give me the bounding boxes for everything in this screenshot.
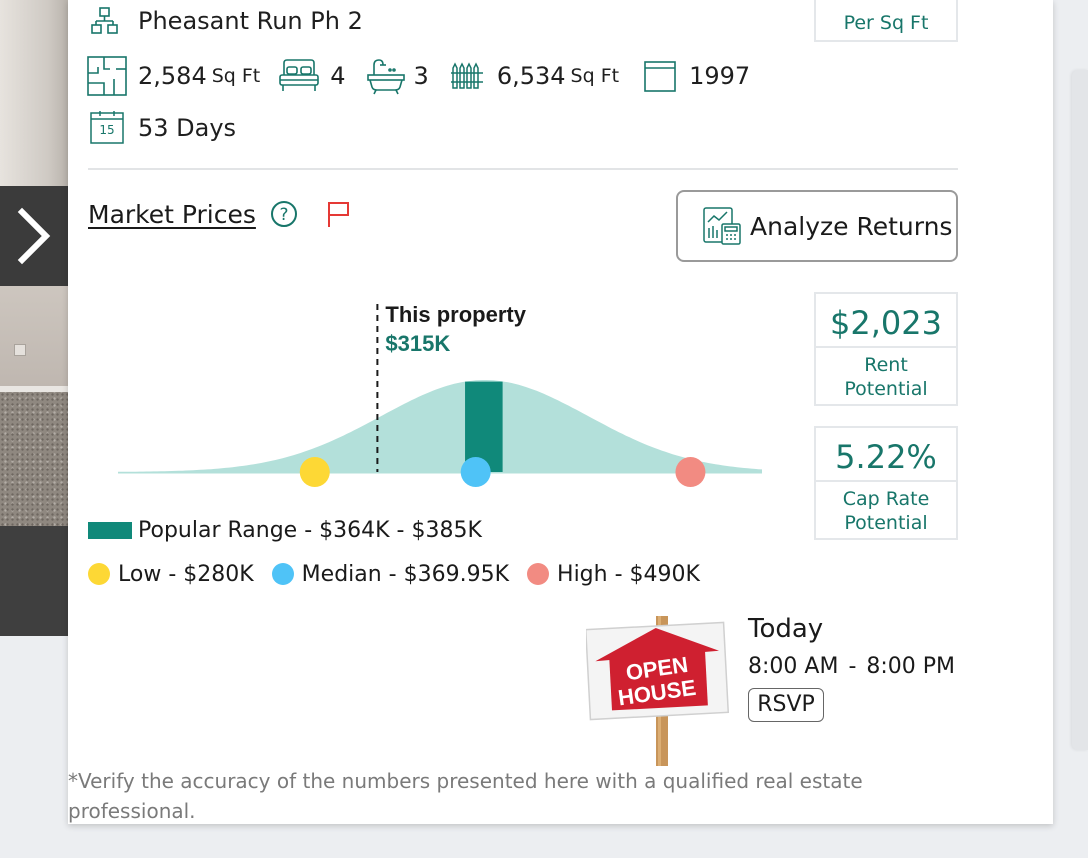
photo-wall <box>0 0 68 186</box>
this-property-value: $315K <box>385 331 450 356</box>
cap-rate-box: 5.22% Cap Rate Potential <box>814 426 958 540</box>
photo-wall <box>0 286 68 386</box>
open-house-end: 8:00 PM <box>866 653 956 679</box>
per-sqft-label: Per Sq Ft <box>843 12 929 34</box>
outlet <box>14 344 26 356</box>
subdivision-icon <box>90 6 120 36</box>
svg-text:?: ? <box>279 205 288 225</box>
open-house-day: Today <box>748 614 824 644</box>
price-distribution-chart: This property $315K <box>118 302 762 487</box>
year-built-value: 1997 <box>689 62 751 90</box>
legend-price-points: Low - $280K Median - $369.95K High - $49… <box>88 558 700 590</box>
popular-range-swatch <box>88 521 132 539</box>
photo-dark-area <box>0 526 68 636</box>
chevron-right-icon <box>17 207 51 265</box>
low-text: Low - $280K <box>118 561 254 587</box>
open-house-time: 8:00 AM - 8:00 PM <box>748 652 955 680</box>
low-price-dot <box>299 457 330 487</box>
subdivision-row: Pheasant Run Ph 2 <box>90 4 363 38</box>
high-price-dot <box>675 457 706 487</box>
bed-icon <box>278 57 320 95</box>
cap-label-line2: Potential <box>844 512 928 534</box>
rsvp-button[interactable]: RSVP <box>748 688 824 722</box>
property-facts-row: 2,584 Sq Ft 4 3 6,534 Sq Ft 1997 <box>86 54 750 98</box>
market-prices-header: Market Prices ? <box>88 196 352 232</box>
adjacent-panel-edge <box>1072 70 1088 750</box>
living-area-value: 2,584 <box>138 62 207 90</box>
high-swatch <box>527 563 550 585</box>
days-on-market-row: 15 53 Days <box>90 110 236 146</box>
rent-label-line2: Potential <box>844 378 928 400</box>
bedrooms-value: 4 <box>330 62 346 90</box>
disclaimer-text: *Verify the accuracy of the numbers pres… <box>68 769 863 823</box>
lot-size-value: 6,534 <box>496 62 566 90</box>
median-price-dot <box>460 457 491 487</box>
calendar-icon <box>643 59 677 93</box>
analyze-returns-button[interactable]: Analyze Returns <box>676 190 958 262</box>
days-calendar-icon: 15 <box>90 111 124 145</box>
help-icon[interactable]: ? <box>270 200 298 228</box>
lot-fence-icon <box>450 62 483 90</box>
analyze-returns-label: Analyze Returns <box>750 211 953 241</box>
subdivision-name: Pheasant Run Ph 2 <box>138 7 363 35</box>
flag-icon[interactable] <box>326 199 352 229</box>
bathtub-icon <box>366 57 406 95</box>
price-per-sqft-box: Per Sq Ft <box>814 0 958 42</box>
cap-label-line1: Cap Rate <box>842 488 930 510</box>
high-text: High - $490K <box>557 561 700 587</box>
distribution-curve <box>118 380 762 474</box>
cap-rate-label: Cap Rate Potential <box>816 482 956 535</box>
next-photo-button[interactable] <box>0 186 68 286</box>
rent-potential-box: $2,023 Rent Potential <box>814 292 958 406</box>
calendar-day-number: 15 <box>99 123 115 137</box>
photo-gallery <box>0 0 68 636</box>
popular-range-text: Popular Range - $364K - $385K <box>138 517 482 543</box>
section-divider <box>88 168 958 170</box>
living-area-unit: Sq Ft <box>211 65 261 87</box>
median-text: Median - $369.95K <box>301 561 510 587</box>
calculator-chart-icon <box>702 206 742 246</box>
open-house-start: 8:00 AM <box>748 653 839 679</box>
market-prices-title[interactable]: Market Prices <box>88 200 256 229</box>
lot-size-unit: Sq Ft <box>570 65 620 87</box>
floorplan-icon <box>86 55 128 97</box>
open-house-separator: - <box>848 653 857 679</box>
carpet <box>0 392 68 526</box>
this-property-label: This property <box>385 302 526 327</box>
rent-potential-value: $2,023 <box>816 294 956 348</box>
low-swatch <box>88 563 110 585</box>
median-swatch <box>271 563 294 585</box>
rent-potential-label: Rent Potential <box>816 348 956 401</box>
days-on-market-value: 53 Days <box>138 114 237 142</box>
rent-label-line1: Rent <box>864 354 908 376</box>
open-house-sign-icon: OPEN HOUSE <box>586 616 730 766</box>
cap-rate-value: 5.22% <box>816 428 956 482</box>
legend-popular-range: Popular Range - $364K - $385K <box>88 514 482 546</box>
bathrooms-value: 3 <box>413 62 429 90</box>
